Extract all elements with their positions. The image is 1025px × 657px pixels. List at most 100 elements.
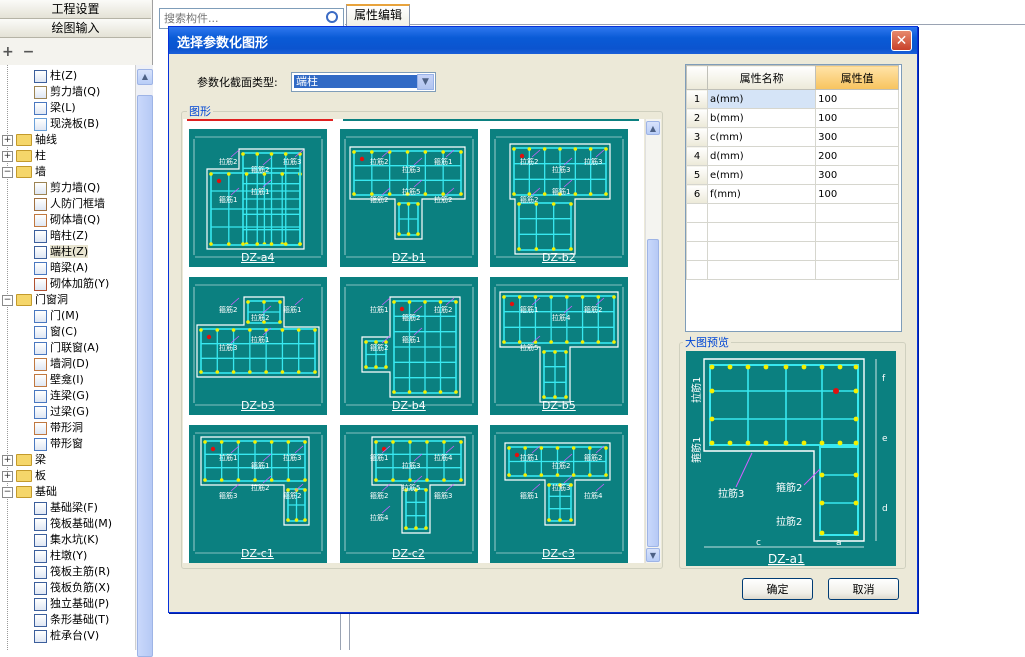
property-value-cell[interactable]: 100 <box>815 184 899 204</box>
section-type-select[interactable]: 端柱 ▼ <box>291 72 436 92</box>
expand-icon[interactable]: + <box>2 134 13 146</box>
cancel-button[interactable]: 取消 <box>828 578 899 600</box>
tree-item[interactable]: 剪力墙(Q) <box>34 180 100 196</box>
tree-item[interactable]: 柱墩(Y) <box>34 548 87 564</box>
tree-item[interactable]: 连梁(G) <box>34 388 89 404</box>
tree-item[interactable]: 筏板主筋(R) <box>34 564 110 580</box>
collapse-icon[interactable]: − <box>2 166 13 178</box>
tree-item[interactable]: + 板 <box>2 468 46 484</box>
tree-item[interactable]: 带形洞 <box>34 420 83 436</box>
property-value-cell[interactable]: 300 <box>815 165 899 185</box>
tree-item[interactable]: + 轴线 <box>2 132 57 148</box>
tree-item[interactable]: 现浇板(B) <box>34 116 99 132</box>
tree-item[interactable]: + 梁 <box>2 452 46 468</box>
tree-item[interactable]: 剪力墙(Q) <box>34 84 100 100</box>
tree-item[interactable]: 砌体加筋(Y) <box>34 276 109 292</box>
property-value-cell[interactable]: 300 <box>815 127 899 147</box>
tree-item[interactable]: 桩承台(V) <box>34 628 99 644</box>
tree-item[interactable]: 带形窗 <box>34 436 83 452</box>
rebar-dot <box>763 440 769 446</box>
tree-scrollbar[interactable]: ▲ <box>135 65 153 657</box>
property-row[interactable]: 3 c(mm) 300 <box>686 127 899 147</box>
property-row[interactable]: 5 e(mm) 300 <box>686 165 899 185</box>
close-button[interactable]: ✕ <box>891 30 912 51</box>
shape-card-dz-b3[interactable]: 箍筋2 拉筋2 箍筋1 拉筋3 拉筋1 DZ-b3 <box>187 275 329 419</box>
collapse-icon[interactable]: − <box>2 486 13 498</box>
property-row[interactable]: 6 f(mm) 100 <box>686 184 899 204</box>
tree-item[interactable]: 门联窗(A) <box>34 340 99 356</box>
collapse-all-icon[interactable]: − <box>23 44 35 60</box>
tree-item[interactable]: − 基础 <box>2 484 57 500</box>
tree-item[interactable]: 筏板基础(M) <box>34 516 112 532</box>
tree-scroll-thumb[interactable] <box>137 95 153 657</box>
shape-card-dz-c2[interactable]: 箍筋1 拉筋3 拉筋4 箍筋2 拉筋5 箍筋3 拉筋4 DZ-c2 <box>338 423 480 563</box>
shape-card-dz-b1[interactable]: 拉筋2 拉筋3 箍筋1 箍筋2 拉筋5 拉筋2 DZ-b1 <box>338 127 480 271</box>
rebar-label: 拉筋3 <box>219 343 237 352</box>
scroll-up-icon[interactable]: ▲ <box>137 69 153 85</box>
rebar-dot <box>416 202 420 206</box>
rebar-dot <box>246 300 250 304</box>
expand-icon[interactable]: + <box>2 150 13 162</box>
door-frame-wall-icon <box>34 197 47 211</box>
tree-item[interactable]: 门(M) <box>34 308 79 324</box>
property-row[interactable]: 1 a(mm) 100 <box>686 89 899 109</box>
expand-icon[interactable]: + <box>2 470 13 482</box>
rebar-dot <box>819 364 825 370</box>
rebar-dot <box>294 518 299 522</box>
project-settings-button[interactable]: 工程设置 <box>0 0 151 19</box>
tree-item[interactable]: − 墙 <box>2 164 46 180</box>
tree-item[interactable]: 暗梁(A) <box>34 260 88 276</box>
gallery-scroll-thumb[interactable] <box>647 239 659 547</box>
rebar-dot <box>227 172 231 176</box>
search-icon[interactable] <box>326 11 338 23</box>
property-value-cell[interactable]: 200 <box>815 146 899 166</box>
tree-item[interactable]: 墙洞(D) <box>34 356 89 372</box>
property-value-cell[interactable]: 100 <box>815 108 899 128</box>
shape-card-dz-b2[interactable]: 拉筋2 拉筋3 拉筋3 箍筋2 箍筋1 DZ-b2 <box>488 127 630 271</box>
tree-item[interactable]: + 柱 <box>2 148 46 164</box>
tree-item[interactable]: 暗柱(Z) <box>34 228 88 244</box>
tree-item[interactable]: 窗(C) <box>34 324 77 340</box>
shape-card-dz-b5[interactable]: 箍筋1 拉筋4 箍筋2 拉筋5 DZ-b5 <box>488 275 630 419</box>
drawing-input-button[interactable]: 绘图输入 <box>0 19 151 38</box>
tree-item[interactable]: 独立基础(P) <box>34 596 109 612</box>
scroll-up-icon[interactable]: ▲ <box>646 121 660 135</box>
tree-item[interactable]: 梁(L) <box>34 100 76 116</box>
ok-button[interactable]: 确定 <box>742 578 813 600</box>
tree-item[interactable]: 筏板负筋(X) <box>34 580 110 596</box>
shape-card-dz-c3[interactable]: 拉筋1 拉筋2 箍筋2 箍筋1 拉筋3 拉筋4 DZ-c3 <box>488 423 630 563</box>
property-row[interactable]: 2 b(mm) 100 <box>686 108 899 128</box>
rebar-dot <box>236 478 241 482</box>
tree-item[interactable]: 人防门框墙 <box>34 196 105 212</box>
tree-item[interactable]: 过梁(G) <box>34 404 89 420</box>
rebar-dot <box>596 295 601 299</box>
rebar-dot <box>406 202 411 206</box>
rebar-dot <box>853 500 859 506</box>
tree-item[interactable]: 条形基础(T) <box>34 612 109 628</box>
tree-item[interactable]: 端柱(Z) <box>34 244 89 260</box>
rebar-label: 拉筋4 <box>552 313 571 322</box>
collapse-icon[interactable]: − <box>2 294 13 306</box>
gallery-scrollbar[interactable]: ▲ ▼ <box>645 119 661 563</box>
shape-card-dz-b4[interactable]: 拉筋1 箍筋2 拉筋2 箍筋2 箍筋1 DZ-b4 <box>338 275 480 419</box>
tree-item[interactable]: 柱(Z) <box>34 68 77 84</box>
expand-icon[interactable]: + <box>2 454 13 466</box>
property-row[interactable]: 4 d(mm) 200 <box>686 146 899 166</box>
scroll-down-icon[interactable]: ▼ <box>646 548 660 562</box>
shape-card-dz-c1[interactable]: 拉筋1 箍筋1 拉筋3 箍筋3 拉筋2 箍筋2 DZ-c1 <box>187 423 329 563</box>
shape-card-dz-a4[interactable]: 拉筋2 箍筋2 拉筋3 箍筋1 拉筋1 DZ-a4 <box>187 127 329 271</box>
gallery-top-strip <box>343 119 639 121</box>
dialog-titlebar[interactable]: 选择参数化图形 ✕ <box>169 27 917 54</box>
chevron-down-icon[interactable]: ▼ <box>417 74 434 90</box>
tree-item[interactable]: 砌体墙(Q) <box>34 212 100 228</box>
rebar-label: 箍筋2 <box>370 195 388 204</box>
shape-name: DZ-b1 <box>392 251 426 264</box>
expand-all-icon[interactable]: + <box>2 44 14 60</box>
tab-property-edit[interactable]: 属性编辑 <box>346 4 410 26</box>
tree-item[interactable]: − 门窗洞 <box>2 292 68 308</box>
shape-thumbnail: 拉筋1 箍筋2 拉筋2 箍筋2 箍筋1 DZ-b4 <box>340 277 478 415</box>
tree-item[interactable]: 壁龛(I) <box>34 372 84 388</box>
property-value-cell[interactable]: 100 <box>815 89 899 109</box>
tree-item[interactable]: 集水坑(K) <box>34 532 99 548</box>
tree-item[interactable]: 基础梁(F) <box>34 500 98 516</box>
